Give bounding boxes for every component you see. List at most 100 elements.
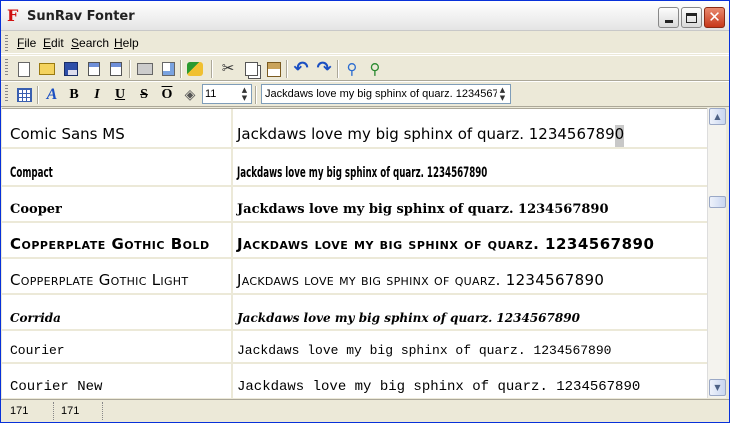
status-count-1: 171 <box>10 405 29 417</box>
font-sample: Jackdaws love my big sphinx of quarz. 12… <box>237 271 605 289</box>
table-row[interactable]: Courier New Jackdaws love my big sphinx … <box>2 364 707 398</box>
copy-button[interactable] <box>241 59 261 79</box>
menu-file[interactable]: File <box>17 36 36 50</box>
font-sample: Jackdaws love my big sphinx of quarz. 12… <box>237 125 625 147</box>
overline-icon: O <box>161 87 173 102</box>
spin-down-icon[interactable]: ▼ <box>239 94 250 102</box>
font-sample: Jackdaws love my big sphinx of quarz. 12… <box>237 343 612 358</box>
toolbar-separator <box>37 86 39 104</box>
grid-view-button[interactable] <box>14 85 34 105</box>
menu-edit[interactable]: Edit <box>43 36 64 50</box>
chevron-down-icon: ▼ <box>714 383 721 392</box>
sample-up-icon[interactable]: ▲ <box>497 86 508 94</box>
menu-search[interactable]: Search <box>71 36 109 50</box>
font-name-cell[interactable]: Comic Sans MS <box>4 109 233 147</box>
table-row[interactable]: Cooper Jackdaws love my big sphinx of qu… <box>2 187 707 223</box>
font-name-cell[interactable]: Courier New <box>4 364 233 398</box>
save-all-button[interactable] <box>106 59 126 79</box>
new-button[interactable] <box>14 59 34 79</box>
font-sample-cell[interactable]: Jackdaws love my big sphinx of quarz. 12… <box>235 149 705 185</box>
italic-button[interactable]: I <box>87 85 107 105</box>
toolbar-separator <box>286 60 288 78</box>
font-sample: Jackdaws love my big sphinx of quarz. 12… <box>237 165 488 181</box>
font-name-cell[interactable]: Copperplate Gothic Bold <box>4 223 233 257</box>
install-font-icon <box>187 62 203 76</box>
font-sample-cell[interactable]: Jackdaws love my big sphinx of quarz. 12… <box>235 364 705 398</box>
title-bar[interactable]: F SunRav Fonter ✕ <box>1 1 729 31</box>
sample-text-field[interactable]: ▲ ▼ <box>261 84 511 104</box>
font-name-cell[interactable]: Courier <box>4 331 233 362</box>
find-next-icon: ⚲ <box>369 60 381 78</box>
open-button[interactable] <box>37 59 57 79</box>
page-setup-button[interactable] <box>84 59 104 79</box>
close-button[interactable]: ✕ <box>704 7 725 28</box>
font-sample-cell[interactable]: Jackdaws love my big sphinx of quarz. 12… <box>235 109 705 147</box>
maximize-icon <box>686 12 697 23</box>
install-font-button[interactable] <box>185 59 205 79</box>
fill-color-button[interactable]: ◈ <box>180 85 200 105</box>
font-sample-cell[interactable]: Jackdaws love my big sphinx of quarz. 12… <box>235 331 705 362</box>
scroll-down-button[interactable]: ▼ <box>709 379 726 396</box>
overline-button[interactable]: O <box>157 85 177 105</box>
vertical-scrollbar[interactable]: ▲ ▼ <box>707 108 726 398</box>
font-icon: A <box>46 86 58 103</box>
toolbar-separator <box>129 60 131 78</box>
font-size-spinner[interactable]: ▲ ▼ <box>202 84 252 104</box>
font-grid[interactable]: Comic Sans MS Jackdaws love my big sphin… <box>2 108 707 398</box>
status-count-2: 171 <box>61 405 80 417</box>
font-name: Cooper <box>10 202 62 217</box>
font-sample-cell[interactable]: Jackdaws love my big sphinx of quarz. 12… <box>235 187 705 221</box>
font-sample-cell[interactable]: Jackdaws love my big sphinx of quarz. 12… <box>235 223 705 257</box>
find-button[interactable]: ⚲ <box>342 59 362 79</box>
redo-button[interactable]: ↷ <box>314 59 334 79</box>
window-title: SunRav Fonter <box>27 9 135 24</box>
minimize-button[interactable] <box>658 7 679 28</box>
scroll-thumb[interactable] <box>709 196 726 208</box>
italic-icon: I <box>94 87 100 102</box>
font-sample-cell[interactable]: Jackdaws love my big sphinx of quarz. 12… <box>235 259 705 293</box>
font-name-cell[interactable]: Cooper <box>4 187 233 221</box>
menu-grip[interactable] <box>5 35 8 51</box>
paste-button[interactable] <box>264 59 284 79</box>
undo-button[interactable]: ↶ <box>291 59 311 79</box>
strikeout-button[interactable]: S <box>134 85 154 105</box>
bold-button[interactable]: B <box>64 85 84 105</box>
font-name: Courier <box>10 343 65 358</box>
table-row[interactable]: Corrida Jackdaws love my big sphinx of q… <box>2 295 707 331</box>
undo-icon: ↶ <box>293 58 309 79</box>
toolbar-grip[interactable] <box>5 59 8 75</box>
format-toolbar-grip[interactable] <box>5 85 8 101</box>
toolbar-separator <box>211 60 213 78</box>
minimize-icon <box>664 20 673 23</box>
print-icon <box>137 63 153 75</box>
save-button[interactable] <box>61 59 81 79</box>
chevron-up-icon: ▲ <box>714 112 721 121</box>
sample-down-icon[interactable]: ▼ <box>497 94 508 102</box>
font-button[interactable]: A <box>42 85 62 105</box>
font-name-cell[interactable]: Copperplate Gothic Light <box>4 259 233 293</box>
scroll-up-button[interactable]: ▲ <box>709 108 726 125</box>
table-row[interactable]: Copperplate Gothic Light Jackdaws love m… <box>2 259 707 295</box>
print-preview-button[interactable] <box>158 59 178 79</box>
menu-help[interactable]: Help <box>114 36 139 50</box>
table-row[interactable]: Compact Jackdaws love my big sphinx of q… <box>2 149 707 187</box>
spin-up-icon[interactable]: ▲ <box>239 86 250 94</box>
find-next-button[interactable]: ⚲ <box>365 59 385 79</box>
save-all-icon <box>110 62 122 76</box>
table-row[interactable]: Comic Sans MS Jackdaws love my big sphin… <box>2 109 707 149</box>
new-icon <box>18 61 30 77</box>
font-name: Copperplate Gothic Bold <box>10 235 210 253</box>
cut-button[interactable]: ✂ <box>218 59 238 79</box>
font-size-input[interactable] <box>205 87 239 101</box>
font-sample-cell[interactable]: Jackdaws love my big sphinx of quarz. 12… <box>235 295 705 329</box>
print-preview-icon <box>161 62 175 76</box>
sample-text-input[interactable] <box>265 87 497 101</box>
font-name-cell[interactable]: Compact <box>4 149 233 185</box>
underline-button[interactable]: U <box>110 85 130 105</box>
print-button[interactable] <box>135 59 155 79</box>
table-row[interactable]: Copperplate Gothic Bold Jackdaws love my… <box>2 223 707 259</box>
table-row[interactable]: Courier Jackdaws love my big sphinx of q… <box>2 331 707 364</box>
maximize-button[interactable] <box>681 7 702 28</box>
font-name-cell[interactable]: Corrida <box>4 295 233 329</box>
strikeout-icon: S <box>140 87 148 102</box>
